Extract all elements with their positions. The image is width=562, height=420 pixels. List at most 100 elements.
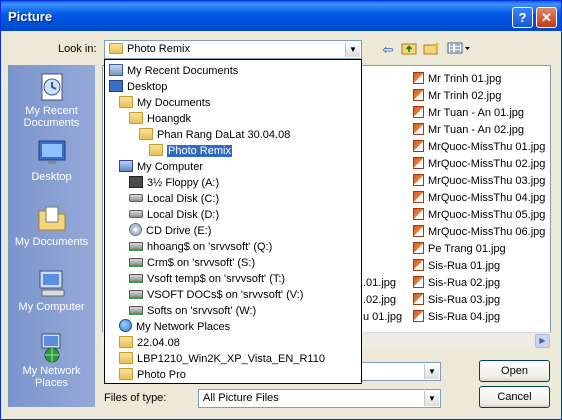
folder-icon	[119, 336, 133, 348]
file-name: MrQuoc-MissThu 05.jpg	[428, 209, 546, 221]
dropdown-item[interactable]: Softs on 'srvvsoft' (W:)	[129, 303, 256, 319]
dropdown-item[interactable]: Hoangdk	[129, 111, 191, 127]
jpg-file-icon	[413, 191, 424, 203]
dropdown-item-selected[interactable]: Photo Remix	[149, 143, 232, 159]
place-label: My Recent Documents	[23, 105, 80, 129]
dropdown-item-label: My Recent Documents	[127, 65, 239, 77]
dropdown-item[interactable]: hhoang$ on 'srvvsoft' (Q:)	[129, 239, 272, 255]
place-my-network-places[interactable]: My Network Places	[8, 331, 95, 389]
dropdown-item[interactable]: Crm$ on 'srvvsoft' (S:)	[129, 255, 255, 271]
desktop-icon	[109, 80, 123, 92]
place-my-computer[interactable]: My Computer	[8, 267, 95, 313]
file-item-partial[interactable]: .02.jpg	[363, 292, 396, 308]
look-in-text: Photo Remix	[127, 43, 190, 55]
network-drive-icon	[129, 242, 143, 251]
file-item[interactable]: MrQuoc-MissThu 05.jpg	[413, 207, 545, 223]
dropdown-item-label: LBP1210_Win2K_XP_Vista_EN_R110	[137, 353, 325, 365]
jpg-file-icon	[413, 242, 424, 254]
file-item[interactable]: Sis-Rua 03.jpg	[413, 292, 500, 308]
jpg-file-icon	[413, 174, 424, 186]
open-button[interactable]: Open	[479, 360, 550, 382]
place-my-documents[interactable]: My Documents	[8, 202, 95, 248]
folder-icon	[119, 368, 133, 380]
chevron-down-icon[interactable]: ▼	[424, 364, 439, 379]
file-name: Mr Tuan - An 01.jpg	[428, 107, 524, 119]
file-item[interactable]: MrQuoc-MissThu 02.jpg	[413, 156, 545, 172]
folder-icon	[119, 96, 133, 108]
jpg-file-icon	[413, 89, 424, 101]
dropdown-item-label: CD Drive (E:)	[146, 225, 212, 237]
back-icon[interactable]: ⇦	[378, 41, 398, 59]
dropdown-item[interactable]: 3½ Floppy (A:)	[129, 175, 219, 191]
dropdown-item-label: Photo Pro	[137, 369, 186, 381]
views-menu-icon[interactable]	[445, 41, 473, 59]
dropdown-item[interactable]: Vsoft temp$ on 'srvvsoft' (T:)	[129, 271, 285, 287]
picture-dialog: Picture ? ✕ Look in: Photo Remix ▼ ⇦ My …	[0, 0, 562, 420]
place-my-recent-documents[interactable]: My Recent Documents	[8, 71, 95, 129]
file-item[interactable]: MrQuoc-MissThu 03.jpg	[413, 173, 545, 189]
file-item[interactable]: Mr Trinh 02.jpg	[413, 88, 501, 104]
dropdown-item[interactable]: My Recent Documents	[109, 63, 238, 79]
jpg-file-icon	[413, 72, 424, 84]
dropdown-item-label: VSOFT DOCs$ on 'srvvsoft' (V:)	[147, 289, 304, 301]
file-item[interactable]: Mr Tuan - An 01.jpg	[413, 105, 524, 121]
dropdown-item[interactable]: Phan Rang DaLat 30.04.08	[139, 127, 290, 143]
jpg-file-icon	[413, 208, 424, 220]
new-folder-icon[interactable]	[422, 41, 442, 59]
jpg-file-icon	[413, 140, 424, 152]
dropdown-item[interactable]: My Computer	[119, 159, 203, 175]
dropdown-item[interactable]: My Network Places	[119, 319, 230, 335]
file-item[interactable]: Mr Trinh 01.jpg	[413, 71, 501, 87]
recent-documents-icon	[41, 73, 62, 101]
file-name: MrQuoc-MissThu 01.jpg	[428, 141, 546, 153]
dropdown-item-label: Local Disk (C:)	[147, 193, 220, 205]
dropdown-item[interactable]: Desktop	[109, 79, 167, 95]
desktop-icon	[38, 140, 65, 164]
dropdown-item[interactable]: Local Disk (D:)	[129, 207, 219, 223]
file-name: Mr Tuan - An 02.jpg	[428, 124, 524, 136]
look-in-combo[interactable]: Photo Remix ▼	[104, 40, 362, 59]
floppy-icon	[129, 176, 143, 188]
dropdown-item[interactable]: VSOFT DOCs$ on 'srvvsoft' (V:)	[129, 287, 303, 303]
dropdown-item[interactable]: Photo Pro	[119, 367, 186, 383]
dropdown-item[interactable]: CD Drive (E:)	[129, 223, 211, 239]
file-item[interactable]: Sis-Rua 04.jpg	[413, 309, 500, 325]
chevron-down-icon[interactable]: ▼	[424, 391, 439, 406]
file-item[interactable]: Mr Tuan - An 02.jpg	[413, 122, 524, 138]
dropdown-item[interactable]: My Documents	[119, 95, 210, 111]
dropdown-item-label: Phan Rang DaLat 30.04.08	[157, 129, 291, 141]
scroll-right-icon[interactable]: ▶	[535, 334, 550, 348]
files-of-type-value: All Picture Files	[203, 392, 279, 404]
file-name: Pe Trang 01.jpg	[428, 243, 506, 255]
files-of-type-select[interactable]: All Picture Files ▼	[198, 389, 441, 408]
dropdown-item-label: Crm$ on 'srvvsoft' (S:)	[147, 257, 256, 269]
cancel-button[interactable]: Cancel	[479, 386, 550, 408]
network-drive-icon	[129, 274, 143, 283]
dropdown-item[interactable]: LBP1210_Win2K_XP_Vista_EN_R110	[119, 351, 325, 367]
file-item[interactable]: Sis-Rua 01.jpg	[413, 258, 500, 274]
file-item[interactable]: MrQuoc-MissThu 06.jpg	[413, 224, 545, 240]
file-name: Sis-Rua 02.jpg	[428, 277, 501, 289]
file-item-partial[interactable]: u 01.jpg	[363, 309, 402, 325]
dropdown-item[interactable]: 22.04.08	[119, 335, 180, 351]
file-item[interactable]: MrQuoc-MissThu 01.jpg	[413, 139, 545, 155]
dropdown-item-label: My Computer	[137, 161, 204, 173]
up-folder-icon[interactable]	[399, 41, 419, 59]
file-name: MrQuoc-MissThu 03.jpg	[428, 175, 546, 187]
file-name: Sis-Rua 03.jpg	[428, 294, 501, 306]
place-desktop[interactable]: Desktop	[8, 137, 95, 183]
dropdown-item[interactable]: Local Disk (C:)	[129, 191, 219, 207]
cd-drive-icon	[129, 223, 142, 236]
help-button[interactable]: ?	[512, 7, 533, 28]
look-in-dropdown-list[interactable]: My Recent Documents Desktop My Documents…	[104, 59, 362, 384]
network-globe-icon	[119, 319, 132, 332]
chevron-down-icon[interactable]: ▼	[345, 42, 360, 57]
title-bar[interactable]: Picture ? ✕	[1, 1, 561, 31]
file-item[interactable]: Pe Trang 01.jpg	[413, 241, 506, 257]
file-item[interactable]: Sis-Rua 02.jpg	[413, 275, 500, 291]
file-item[interactable]: MrQuoc-MissThu 04.jpg	[413, 190, 545, 206]
close-button[interactable]: ✕	[536, 7, 557, 28]
dropdown-item-label: Photo Remix	[167, 145, 232, 157]
file-item-partial[interactable]: .01.jpg	[363, 275, 396, 291]
my-documents-icon	[38, 206, 65, 231]
